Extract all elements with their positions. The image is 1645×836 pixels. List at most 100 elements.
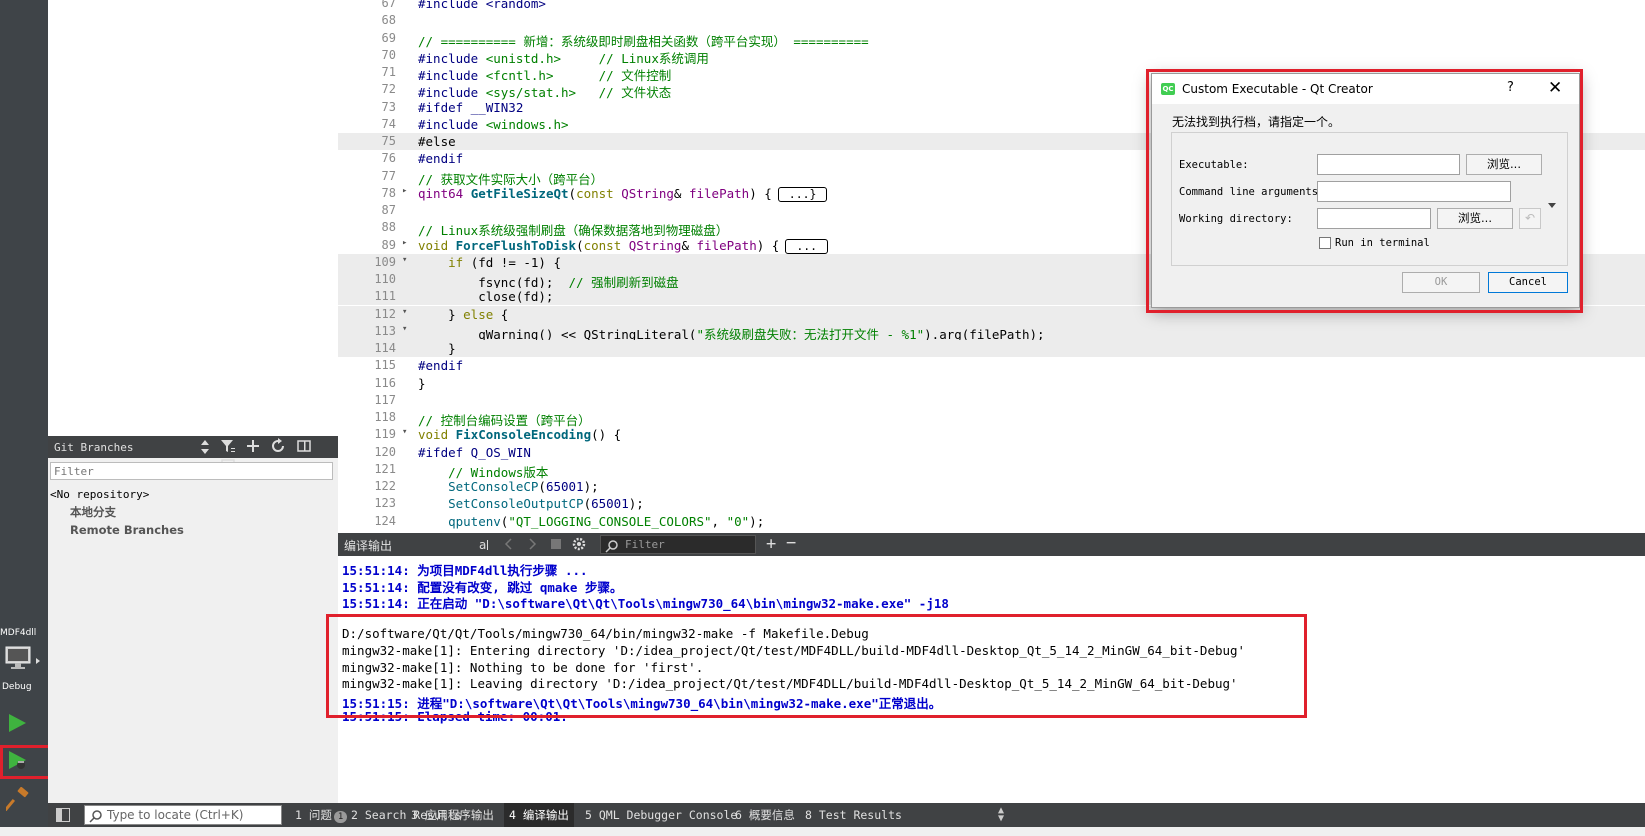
output-tab-label: 3 应用程序输出 xyxy=(411,808,494,822)
line-number: 73 xyxy=(381,99,396,114)
code-line[interactable]: 69// ========== 新增：系统级即时刷盘相关函数（跨平台实现） ==… xyxy=(338,30,1645,49)
code-line[interactable]: 70 #include <unistd.h> // Linux系统调用 xyxy=(338,47,1645,66)
code-line[interactable]: 120 #ifdef Q_OS_WIN xyxy=(338,444,1645,461)
git-branches-filter-input[interactable] xyxy=(50,462,333,480)
stop-icon[interactable] xyxy=(548,536,564,552)
code-text: #include <random> xyxy=(418,0,546,11)
output-pane-title: 编译输出 xyxy=(344,539,393,553)
code-text: #endif xyxy=(418,151,464,167)
line-number: 121 xyxy=(374,461,396,476)
line-number: 115 xyxy=(374,358,396,373)
code-line[interactable]: 118// 控制台编码设置（跨平台） xyxy=(338,409,1645,428)
line-number: 116 xyxy=(374,375,396,390)
output-filter-placeholder: Filter xyxy=(625,538,665,551)
updown-arrows-icon[interactable] xyxy=(200,439,210,455)
zoom-out-icon[interactable]: − xyxy=(786,533,796,553)
output-tab-label: 5 QML Debugger Console xyxy=(585,808,738,822)
highlight-box-output xyxy=(326,614,1307,718)
tree-item-remote-branches[interactable]: Remote Branches xyxy=(50,523,184,537)
filter-icon[interactable] xyxy=(220,438,236,454)
line-number: 88 xyxy=(381,220,396,235)
settings-gear-icon[interactable] xyxy=(571,536,587,552)
code-line[interactable]: 116} xyxy=(338,375,1645,392)
line-number: 69 xyxy=(381,30,396,45)
fold-marker-icon[interactable]: ▾ xyxy=(402,427,407,437)
search-icon xyxy=(89,810,102,823)
highlight-box-dialog xyxy=(1146,69,1583,313)
code-line[interactable]: 115 #endif xyxy=(338,357,1645,374)
project-pane xyxy=(48,0,339,436)
previous-icon[interactable] xyxy=(501,536,517,552)
code-text: } xyxy=(418,375,426,391)
code-line[interactable]: 124 qputenv("QT_LOGGING_CONSOLE_COLORS",… xyxy=(338,513,1645,530)
output-tab-label: 4 编译输出 xyxy=(509,808,569,822)
next-icon[interactable] xyxy=(524,536,540,552)
zoom-text-icon[interactable]: a xyxy=(478,536,494,552)
code-line[interactable]: 119 ▾ void FixConsoleEncoding() { xyxy=(338,426,1645,443)
split-pane-icon[interactable] xyxy=(296,438,312,454)
code-line[interactable]: 123 SetConsoleOutputCP(65001); xyxy=(338,495,1645,512)
output-tab[interactable]: 1 问题 1 xyxy=(290,803,352,827)
line-number: 68 xyxy=(381,13,396,28)
kit-project-name: MDF4dll xyxy=(0,628,37,638)
code-line[interactable]: 117 xyxy=(338,392,1645,409)
tree-root-no-repository[interactable]: <No repository> xyxy=(50,488,184,501)
output-tab-label: 8 Test Results xyxy=(805,808,902,822)
code-line[interactable]: 114 } xyxy=(338,340,1645,357)
code-text: void FixConsoleEncoding() { xyxy=(418,427,622,443)
code-text: SetConsoleOutputCP(65001); xyxy=(448,496,644,512)
line-number: 110 xyxy=(374,272,396,286)
output-tab[interactable]: 5 QML Debugger Console xyxy=(580,803,742,827)
add-branch-icon[interactable] xyxy=(245,438,261,454)
fold-marker-icon[interactable]: ▸ xyxy=(402,238,407,248)
code-text: #endif xyxy=(418,358,464,374)
code-text: close(fd); xyxy=(418,289,554,305)
kit-expand-icon xyxy=(36,658,40,664)
line-number: 72 xyxy=(381,82,396,97)
output-tab[interactable]: 8 Test Results xyxy=(800,803,907,827)
fold-marker-icon[interactable]: ▾ xyxy=(402,324,407,334)
line-number: 78 xyxy=(381,185,396,200)
monitor-icon xyxy=(5,646,31,669)
code-line[interactable]: 122 SetConsoleCP(65001); xyxy=(338,478,1645,495)
svg-text:a: a xyxy=(479,538,486,552)
fold-marker-icon[interactable]: ▸ xyxy=(402,186,407,196)
code-line[interactable]: 68 xyxy=(338,12,1645,29)
line-number: 123 xyxy=(374,496,396,511)
code-text: #include <windows.h> xyxy=(418,116,569,132)
code-text: #ifdef Q_OS_WIN xyxy=(418,444,531,460)
code-text: SetConsoleCP(65001); xyxy=(448,479,599,494)
output-tab[interactable]: 6 概要信息 xyxy=(730,803,800,827)
line-number: 114 xyxy=(374,341,396,355)
output-tab[interactable]: 3 应用程序输出 xyxy=(406,803,499,827)
code-text: } else { xyxy=(418,306,509,322)
output-tab[interactable]: 4 编译输出 xyxy=(504,803,574,827)
line-number: 117 xyxy=(374,392,396,407)
code-line[interactable]: 121 // Windows版本 xyxy=(338,461,1645,480)
fold-marker-icon[interactable]: ▾ xyxy=(402,255,407,265)
run-button[interactable] xyxy=(6,712,28,734)
line-number: 75 xyxy=(381,134,396,148)
window-bottom-edge xyxy=(0,827,1645,836)
build-hammer-icon[interactable] xyxy=(6,787,30,811)
locator-input[interactable]: Type to locate (Ctrl+K) xyxy=(84,805,282,825)
git-branches-tree: <No repository> 本地分支 Remote Branches xyxy=(50,488,184,537)
code-text: #ifdef __WIN32 xyxy=(418,99,524,115)
code-line[interactable]: 67 #include <random> xyxy=(338,0,1645,12)
search-icon xyxy=(605,540,618,553)
fold-marker-icon[interactable]: ▾ xyxy=(402,307,407,317)
updown-arrows-icon[interactable]: ▲ ▼ xyxy=(998,806,1004,824)
line-number: 112 xyxy=(374,306,396,321)
code-line[interactable]: 113 ▾ qWarning() << QStringLiteral("系统级刷盘… xyxy=(338,322,1645,342)
output-filter-input[interactable]: Filter xyxy=(600,535,756,554)
refresh-icon[interactable] xyxy=(270,438,286,454)
git-branches-pane: Git Branches <No repository> 本地分支 Rem xyxy=(48,436,339,803)
toggle-sidebar-icon[interactable] xyxy=(56,808,70,822)
code-text: if (fd != -1) { xyxy=(448,254,562,270)
zoom-in-icon[interactable]: + xyxy=(766,534,776,554)
tree-item-local-branches[interactable]: 本地分支 xyxy=(50,504,184,520)
output-pane-header: 编译输出 a Filter + − xyxy=(338,533,1645,556)
code-text: qputenv("QT_LOGGING_CONSOLE_COLORS", "0"… xyxy=(448,513,765,529)
mode-bar: MDF4dll Debug xyxy=(0,0,67,836)
line-number: 87 xyxy=(381,203,396,217)
